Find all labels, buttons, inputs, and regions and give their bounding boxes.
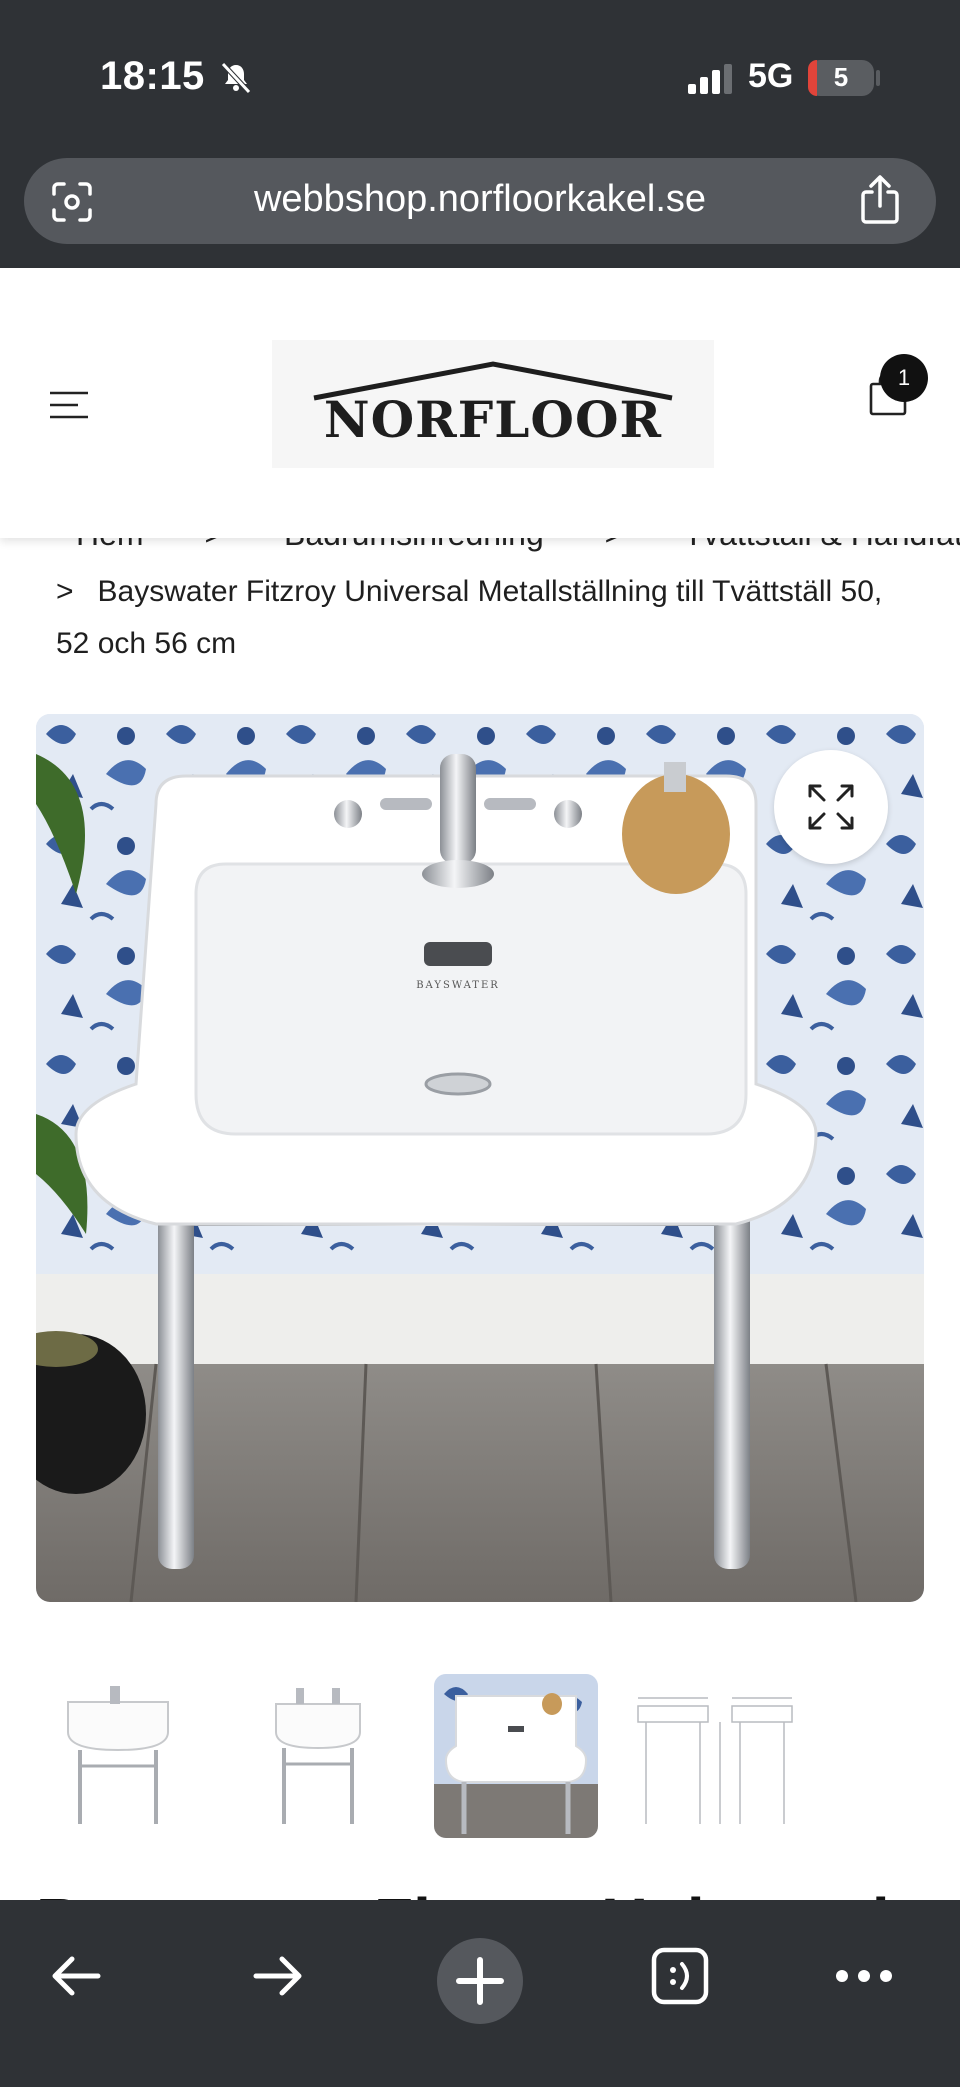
hamburger-icon[interactable] xyxy=(48,390,90,420)
battery-level: 5 xyxy=(833,62,849,92)
thumbnail-basin-stand-side[interactable] xyxy=(236,1674,400,1838)
thumbnail-image xyxy=(275,1688,361,1824)
breadcrumb-current: > Bayswater Fitzroy Universal Metallställ… xyxy=(56,566,896,670)
battery-tip xyxy=(876,70,880,86)
thumbnail-image xyxy=(637,1697,793,1824)
thumbnail-technical-drawing[interactable] xyxy=(632,1674,796,1838)
more-icon[interactable] xyxy=(834,1946,894,2006)
thumbnail-basin-lifestyle[interactable] xyxy=(434,1674,598,1838)
browser-bottom-toolbar xyxy=(0,1900,960,2087)
share-icon[interactable] xyxy=(856,174,904,226)
thumbnail-basin-stand-front[interactable] xyxy=(36,1674,200,1838)
status-time: 18:15 xyxy=(100,54,205,98)
site-header: NORFLOOR 1 xyxy=(0,268,960,538)
breadcrumb-separator: > xyxy=(56,575,74,608)
battery-indicator: 5 xyxy=(808,60,874,96)
basin-brand-mark: BAYSWATER xyxy=(416,980,500,991)
browser-top-chrome: 18:15 5G 5 webbshop.norfloorkakel.se xyxy=(0,0,960,268)
logo-text: NORFLOOR xyxy=(323,390,663,449)
plus-icon xyxy=(456,1957,504,2005)
thumbnail-image xyxy=(434,1674,598,1838)
new-tab-button[interactable] xyxy=(437,1938,523,2024)
tabs-icon[interactable] xyxy=(650,1946,710,2006)
site-logo[interactable]: NORFLOOR xyxy=(272,340,714,468)
silent-bell-icon xyxy=(221,62,251,94)
expand-image-button[interactable] xyxy=(774,750,888,864)
cart-count-badge[interactable]: 1 xyxy=(880,354,928,402)
breadcrumb-current-label: Bayswater Fitzroy Universal Metallställn… xyxy=(56,575,883,660)
network-type: 5G xyxy=(748,57,794,95)
signal-strength-icon xyxy=(688,64,732,94)
thumbnail-image xyxy=(67,1686,169,1824)
expand-icon xyxy=(808,784,854,830)
arrow-right-icon[interactable] xyxy=(248,1946,308,2006)
address-bar[interactable]: webbshop.norfloorkakel.se xyxy=(24,158,936,244)
arrow-left-icon[interactable] xyxy=(46,1946,106,2006)
url-text[interactable]: webbshop.norfloorkakel.se xyxy=(24,178,936,221)
